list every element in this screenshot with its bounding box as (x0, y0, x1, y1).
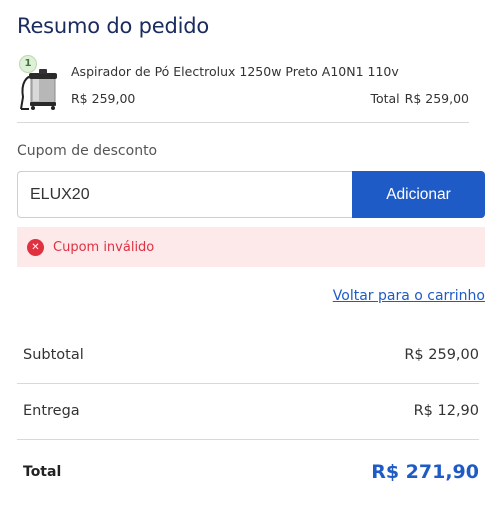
shipping-label: Entrega (23, 403, 80, 419)
order-summary-title: Resumo do pedido (17, 14, 210, 38)
product-price: R$ 259,00 (71, 91, 136, 106)
add-coupon-button[interactable]: Adicionar (352, 171, 485, 218)
subtotal-label: Subtotal (23, 347, 84, 363)
subtotal-value: R$ 259,00 (404, 347, 479, 363)
quantity-badge: 1 (19, 55, 37, 73)
item-total-label: Total (370, 91, 400, 106)
back-to-cart-link[interactable]: Voltar para o carrinho (333, 288, 485, 304)
coupon-error-alert: ✕ Cupom inválido (17, 227, 485, 267)
coupon-input[interactable] (17, 171, 352, 218)
shipping-value: R$ 12,90 (413, 403, 479, 419)
divider (17, 439, 479, 440)
item-total: Total R$ 259,00 (370, 91, 469, 106)
subtotal-row: Subtotal R$ 259,00 (17, 338, 479, 372)
item-total-value: R$ 259,00 (404, 91, 469, 106)
coupon-label: Cupom de desconto (17, 143, 158, 159)
shipping-row: Entrega R$ 12,90 (17, 394, 479, 428)
error-x-icon: ✕ (27, 238, 44, 256)
total-row: Total R$ 271,90 (17, 454, 479, 490)
coupon-form: Adicionar (17, 171, 485, 218)
divider (17, 383, 479, 384)
product-name: Aspirador de Pó Electrolux 1250w Preto A… (71, 64, 399, 79)
divider (17, 122, 469, 123)
coupon-error-text: Cupom inválido (53, 239, 155, 255)
total-value: R$ 271,90 (371, 461, 479, 483)
total-label: Total (23, 464, 62, 480)
cart-item: 1 Aspirador de Pó Electrolux 1250w Preto… (17, 55, 485, 111)
